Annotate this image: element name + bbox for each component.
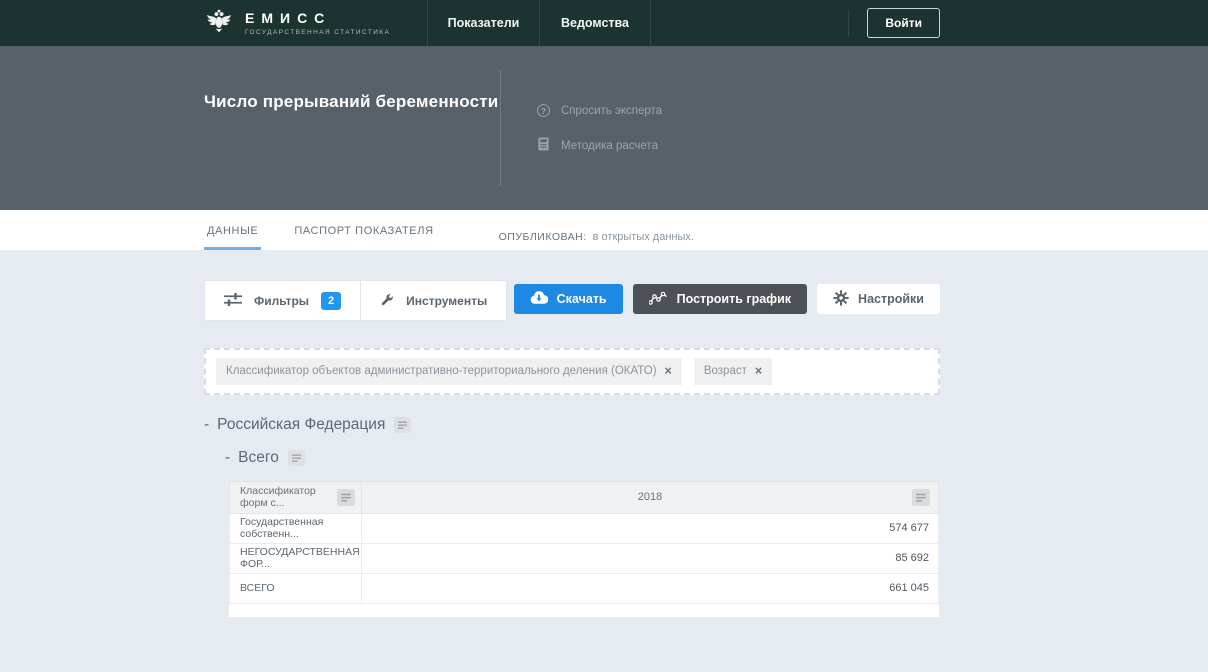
tools-label: Инструменты: [406, 294, 487, 308]
build-chart-label: Построить график: [677, 292, 791, 306]
published-label: ОПУБЛИКОВАН:: [499, 231, 587, 243]
ask-expert-label: Спросить эксперта: [561, 105, 662, 117]
nav-divider: [848, 10, 849, 36]
top-navbar: ЕМИСС ГОСУДАРСТВЕННАЯ СТАТИСТИКА Показат…: [0, 0, 1208, 46]
logo-title: ЕМИСС: [245, 11, 390, 26]
tab-data[interactable]: ДАННЫЕ: [204, 210, 261, 250]
table-row: Государственная собственн... 574 677: [230, 513, 939, 543]
tree-node-russia[interactable]: - Российская Федерация: [204, 416, 940, 434]
main-menu: Показатели Ведомства: [427, 0, 651, 46]
cloud-download-icon: [530, 291, 548, 307]
published-status: ОПУБЛИКОВАН: в открытых данных.: [499, 210, 694, 250]
logo-subtitle: ГОСУДАРСТВЕННАЯ СТАТИСТИКА: [245, 29, 390, 36]
methodology-label: Методика расчета: [561, 140, 658, 152]
login-button[interactable]: Войти: [867, 8, 940, 38]
remove-filter-icon[interactable]: ×: [665, 365, 672, 378]
gear-icon: [833, 290, 849, 309]
table-row: НЕГОСУДАРСТВЕННАЯ ФОР... 85 692: [230, 543, 939, 573]
tree-node-total[interactable]: - Всего: [225, 449, 940, 467]
filters-button[interactable]: Фильтры 2: [205, 281, 360, 320]
tree-node-label: Всего: [238, 449, 279, 467]
column-filter-icon[interactable]: [912, 489, 930, 506]
settings-label: Настройки: [858, 292, 924, 306]
filters-label: Фильтры: [254, 294, 309, 308]
wrench-icon: [380, 292, 394, 309]
dimension-column-header: Классификатор форм с...: [240, 485, 337, 509]
row-value: 574 677: [362, 513, 939, 543]
dimension-filter-icon[interactable]: [288, 450, 305, 466]
indicator-header: Число прерываний беременности Спросить э…: [0, 46, 1208, 210]
active-filters-box: Классификатор объектов административно-т…: [204, 348, 940, 395]
download-button[interactable]: Скачать: [514, 284, 623, 314]
tree-node-label: Российская Федерация: [217, 416, 385, 434]
filters-count-badge: 2: [321, 292, 341, 310]
table-header-row: Классификатор форм с...: [230, 481, 939, 513]
table-row: ВСЕГО 661 045: [230, 573, 939, 603]
year-column-header: 2018: [638, 491, 662, 503]
row-value: 85 692: [362, 543, 939, 573]
coat-of-arms-icon: [204, 7, 234, 39]
settings-button[interactable]: Настройки: [817, 284, 940, 314]
data-table: Классификатор форм с...: [229, 481, 939, 604]
filter-chip-label: Классификатор объектов административно-т…: [226, 365, 657, 377]
calculator-icon: [537, 137, 550, 154]
download-label: Скачать: [557, 292, 607, 306]
collapse-toggle[interactable]: -: [204, 416, 209, 434]
row-label: Государственная собственн...: [230, 513, 362, 543]
ask-expert-link[interactable]: Спросить эксперта: [537, 104, 662, 117]
column-filter-icon[interactable]: [337, 489, 355, 506]
build-chart-button[interactable]: Построить график: [633, 284, 807, 314]
collapse-toggle[interactable]: -: [225, 449, 230, 467]
tab-passport[interactable]: ПАСПОРТ ПОКАЗАТЕЛЯ: [291, 210, 436, 250]
row-label: ВСЕГО: [230, 573, 362, 603]
published-value-link[interactable]: в открытых данных.: [593, 231, 694, 243]
question-circle-icon: [537, 104, 550, 117]
row-label: НЕГОСУДАРСТВЕННАЯ ФОР...: [230, 543, 362, 573]
filter-tools-group: Фильтры 2 Инструменты: [204, 280, 507, 321]
line-chart-icon: [649, 291, 668, 308]
main-content: Фильтры 2 Инструменты: [0, 280, 1208, 618]
tab-bar: ДАННЫЕ ПАСПОРТ ПОКАЗАТЕЛЯ ОПУБЛИКОВАН: в…: [0, 210, 1208, 250]
filter-chip-age[interactable]: Возраст ×: [694, 358, 772, 385]
row-value: 661 045: [362, 573, 939, 603]
emiss-logo[interactable]: ЕМИСС ГОСУДАРСТВЕННАЯ СТАТИСТИКА: [204, 7, 390, 39]
dimension-filter-icon[interactable]: [394, 417, 411, 433]
menu-item-indicators[interactable]: Показатели: [427, 0, 539, 46]
page-title: Число прерываний беременности: [204, 92, 500, 112]
filter-chip-label: Возраст: [704, 365, 747, 377]
menu-item-agencies[interactable]: Ведомства: [539, 0, 651, 46]
sliders-icon: [224, 292, 242, 310]
methodology-link[interactable]: Методика расчета: [537, 137, 662, 154]
filter-chip-okato[interactable]: Классификатор объектов административно-т…: [216, 358, 682, 385]
remove-filter-icon[interactable]: ×: [755, 365, 762, 378]
tools-button[interactable]: Инструменты: [360, 281, 506, 320]
data-table-container: Классификатор форм с...: [228, 480, 940, 618]
